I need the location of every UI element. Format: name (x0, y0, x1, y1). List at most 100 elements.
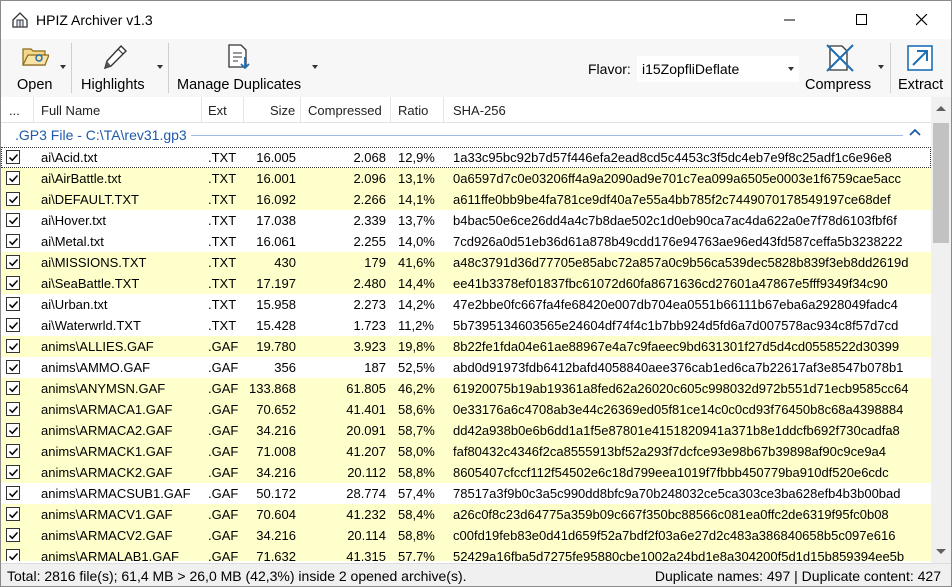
table-row[interactable]: anims\ARMACV1.GAF .GAF 70.604 41.232 58,4% a2… (1, 504, 931, 525)
table-row[interactable]: anims\ARMALAB1.GAF .GAF 71.632 41.315 57,7% 5… (1, 546, 931, 561)
cell-ext: .GAF (208, 402, 239, 417)
table-row[interactable]: anims\ARMACV2.GAF .GAF 34.216 20.114 58,8% c0… (1, 525, 931, 546)
open-button[interactable]: Open (9, 39, 67, 97)
row-checkbox[interactable] (6, 234, 20, 248)
cell-ratio: 13,1% (398, 171, 435, 186)
column-divider[interactable] (443, 97, 444, 123)
cell-size: 70.604 (256, 507, 296, 522)
column-divider[interactable] (201, 97, 202, 123)
cell-size: 133.868 (249, 381, 296, 396)
row-checkbox[interactable] (6, 339, 20, 353)
cell-full-name: ai\Urban.txt (41, 297, 108, 312)
chevron-up-icon[interactable] (909, 127, 921, 137)
table-row[interactable]: anims\ARMACA2.GAF .GAF 34.216 20.091 58,7% dd… (1, 420, 931, 441)
cell-ratio: 19,8% (398, 339, 435, 354)
table-row[interactable]: anims\AMMO.GAF .GAF 356 187 52,5% abd0d91973f… (1, 357, 931, 378)
table-row[interactable]: ai\MISSIONS.TXT .TXT 430 179 41,6% a48c3791d3… (1, 252, 931, 273)
row-checkbox[interactable] (6, 318, 20, 332)
column-ext[interactable]: Ext (208, 103, 227, 118)
minimize-button[interactable] (767, 1, 813, 39)
maximize-button[interactable] (839, 1, 885, 39)
row-checkbox[interactable] (6, 171, 20, 185)
scroll-down-icon[interactable] (936, 549, 946, 555)
cell-compressed: 2.096 (353, 171, 386, 186)
cell-size: 17.197 (256, 276, 296, 291)
column-divider[interactable] (33, 97, 34, 123)
table-row[interactable]: ai\Waterwrld.TXT .TXT 15.428 1.723 11,2% 5b73… (1, 315, 931, 336)
row-checkbox[interactable] (6, 192, 20, 206)
row-checkbox[interactable] (6, 360, 20, 374)
row-checkbox[interactable] (6, 465, 20, 479)
cell-compressed: 2.480 (353, 276, 386, 291)
file-list: ai\Acid.txt .TXT 16.005 2.068 12,9% 1a33c95bc… (1, 147, 931, 561)
app-window: HPIZ Archiver v1.3 Open Highlights Manag… (0, 0, 952, 587)
row-checkbox[interactable] (6, 528, 20, 542)
extract-button[interactable]: Extract (895, 39, 949, 97)
cell-ext: .TXT (208, 192, 237, 207)
cell-sha256: 47e2bbe0fc667fa4fe68420e007db704ea0551b6… (453, 297, 898, 312)
column-divider[interactable] (300, 97, 301, 123)
row-checkbox[interactable] (6, 213, 20, 227)
title-bar[interactable]: HPIZ Archiver v1.3 (1, 1, 951, 39)
table-row[interactable]: ai\DEFAULT.TXT .TXT 16.092 2.266 14,1% a611ff… (1, 189, 931, 210)
row-checkbox[interactable] (6, 255, 20, 269)
table-row[interactable]: ai\Acid.txt .TXT 16.005 2.068 12,9% 1a33c95bc… (1, 147, 931, 168)
cell-ext: .GAF (208, 381, 239, 396)
column-divider[interactable] (390, 97, 391, 123)
compress-button[interactable]: Compress (803, 39, 885, 97)
table-row[interactable]: ai\Urban.txt .TXT 15.958 2.273 14,2% 47e2bbe0… (1, 294, 931, 315)
column-compressed[interactable]: Compressed (308, 103, 382, 118)
row-checkbox[interactable] (6, 276, 20, 290)
table-row[interactable]: anims\ARMACK2.GAF .GAF 34.216 20.112 58,8% 86… (1, 462, 931, 483)
table-row[interactable]: ai\SeaBattle.TXT .TXT 17.197 2.480 14,4% ee41… (1, 273, 931, 294)
chevron-down-icon (312, 65, 318, 69)
column-full-name[interactable]: Full Name (41, 103, 100, 118)
row-checkbox[interactable] (6, 444, 20, 458)
table-row[interactable]: anims\ARMACSUB1.GAF .GAF 50.172 28.774 57,4%… (1, 483, 931, 504)
cell-ext: .TXT (208, 318, 237, 333)
extract-label: Extract (898, 77, 944, 93)
minimize-icon (784, 19, 795, 21)
table-row[interactable]: ai\Metal.txt .TXT 16.061 2.255 14,0% 7cd926a0… (1, 231, 931, 252)
row-checkbox[interactable] (6, 381, 20, 395)
checkmark-icon (8, 195, 19, 204)
vertical-scrollbar[interactable] (931, 97, 951, 563)
highlights-button[interactable]: Highlights (77, 39, 165, 97)
table-row[interactable]: anims\ARMACA1.GAF .GAF 70.652 41.401 58,6% 0e… (1, 399, 931, 420)
cell-compressed: 20.114 (347, 528, 386, 543)
table-row[interactable]: anims\ANYMSN.GAF .GAF 133.868 61.805 46,2% 61… (1, 378, 931, 399)
column-divider[interactable] (243, 97, 244, 123)
row-checkbox[interactable] (6, 549, 20, 561)
column-ratio[interactable]: Ratio (398, 103, 428, 118)
row-checkbox[interactable] (6, 423, 20, 437)
column-options[interactable]: ... (9, 103, 20, 118)
row-checkbox[interactable] (6, 402, 20, 416)
row-checkbox[interactable] (6, 486, 20, 500)
highlights-label: Highlights (81, 77, 145, 93)
cell-sha256: 7cd926a0d51eb36d61a878b49cdd176e94763ae9… (453, 234, 903, 249)
column-sha256[interactable]: SHA-256 (453, 103, 506, 118)
row-checkbox[interactable] (6, 297, 20, 311)
table-row[interactable]: anims\ARMACK1.GAF .GAF 71.008 41.207 58,0% fa… (1, 441, 931, 462)
cell-size: 34.216 (256, 528, 296, 543)
row-checkbox[interactable] (6, 150, 20, 164)
table-row[interactable]: ai\Hover.txt .TXT 17.038 2.339 13,7% b4bac50e… (1, 210, 931, 231)
scroll-up-icon[interactable] (936, 105, 946, 111)
cell-full-name: ai\Waterwrld.TXT (41, 318, 141, 333)
row-checkbox[interactable] (6, 507, 20, 521)
scrollbar-thumb[interactable] (933, 123, 949, 243)
cell-ext: .TXT (208, 213, 237, 228)
close-button[interactable] (899, 1, 945, 39)
document-download-icon (228, 44, 250, 70)
group-header[interactable]: .GP3 File - C:\TA\rev31.gp3 (1, 123, 931, 145)
cell-compressed: 41.232 (346, 507, 386, 522)
cell-size: 71.632 (256, 549, 296, 561)
column-size[interactable]: Size (270, 103, 295, 118)
column-header: ... Full Name Ext Size Compressed Ratio … (1, 97, 931, 123)
table-row[interactable]: anims\ALLIES.GAF .GAF 19.780 3.923 19,8% 8b22… (1, 336, 931, 357)
checkmark-icon (8, 384, 19, 393)
flavor-select[interactable]: i15ZopfliDeflate (637, 56, 799, 82)
cell-ratio: 14,4% (398, 276, 435, 291)
manage-duplicates-button[interactable]: Manage Duplicates (173, 39, 321, 97)
table-row[interactable]: ai\AirBattle.txt .TXT 16.001 2.096 13,1% 0a65… (1, 168, 931, 189)
